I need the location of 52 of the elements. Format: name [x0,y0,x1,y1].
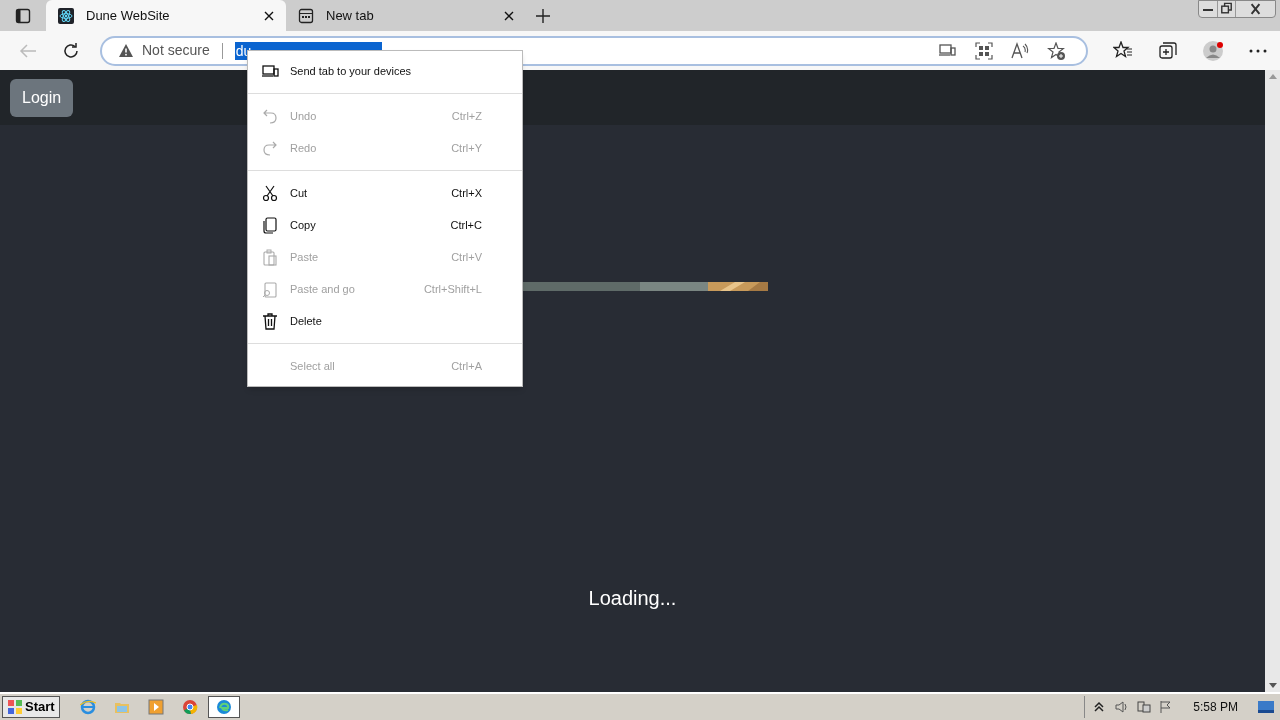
shortcut-hint: Ctrl+Z [451,108,482,124]
media-player-icon [147,699,164,715]
scroll-down-icon[interactable] [1268,683,1277,688]
new-tab-icon[interactable] [536,8,550,23]
tab-actions-icon[interactable] [15,7,31,24]
tab-title: New tab [326,6,375,25]
shortcut-hint: Ctrl+X [451,185,482,201]
clipboard-icon [262,248,279,266]
taskbar-app[interactable] [207,696,240,718]
shortcut-hint: Ctrl+C [450,217,482,233]
close-icon[interactable] [264,10,274,21]
show-desktop-icon[interactable] [1258,700,1274,714]
edge-icon [215,699,232,715]
restore-icon[interactable] [1217,1,1235,17]
send-to-devices-icon [262,62,279,80]
clock: 5:58 PM [1193,699,1238,716]
start-button[interactable]: Start [2,696,60,718]
warning-icon [118,43,134,58]
clipboard-search-icon [262,280,279,298]
loading-text: Loading... [588,586,677,611]
star-add-icon[interactable] [1047,41,1065,60]
trash-icon [262,312,279,330]
network-icon[interactable] [1137,700,1152,714]
read-aloud-icon[interactable] [1011,41,1029,60]
speaker-icon[interactable] [1115,700,1130,714]
profile-avatar-icon[interactable] [1202,40,1223,61]
scissors-icon [262,184,279,202]
login-button[interactable]: Login [10,78,74,117]
browser-e-icon [79,699,96,715]
menu-item[interactable]: Cut Ctrl+X [248,177,522,209]
copy-icon [262,216,279,234]
shortcut-hint: Ctrl+Shift+L [423,281,482,297]
scrollbar[interactable] [1265,70,1280,692]
react-icon [58,7,74,24]
redo-icon [262,139,279,157]
browser-tab[interactable]: Dune WebSite [46,0,286,31]
chrome-icon [181,699,198,715]
refresh-icon[interactable] [62,41,80,60]
shortcut-hint: Ctrl+Y [451,140,482,156]
close-icon[interactable] [504,10,514,21]
security-label: Not secure [142,41,210,60]
shortcut-hint: Ctrl+V [451,249,482,265]
menu-item[interactable]: Copy Ctrl+C [248,209,522,241]
shortcut-hint: Ctrl+A [451,358,482,374]
new-tab-page-icon [298,7,314,24]
windows-flag-icon [7,699,23,715]
apps-grid-icon[interactable] [975,41,993,60]
tab-title: Dune WebSite [86,6,171,25]
collections-icon[interactable] [1157,40,1178,61]
undo-icon [262,107,279,125]
menu-item[interactable]: Delete [248,305,522,337]
start-label: Start [25,698,55,717]
